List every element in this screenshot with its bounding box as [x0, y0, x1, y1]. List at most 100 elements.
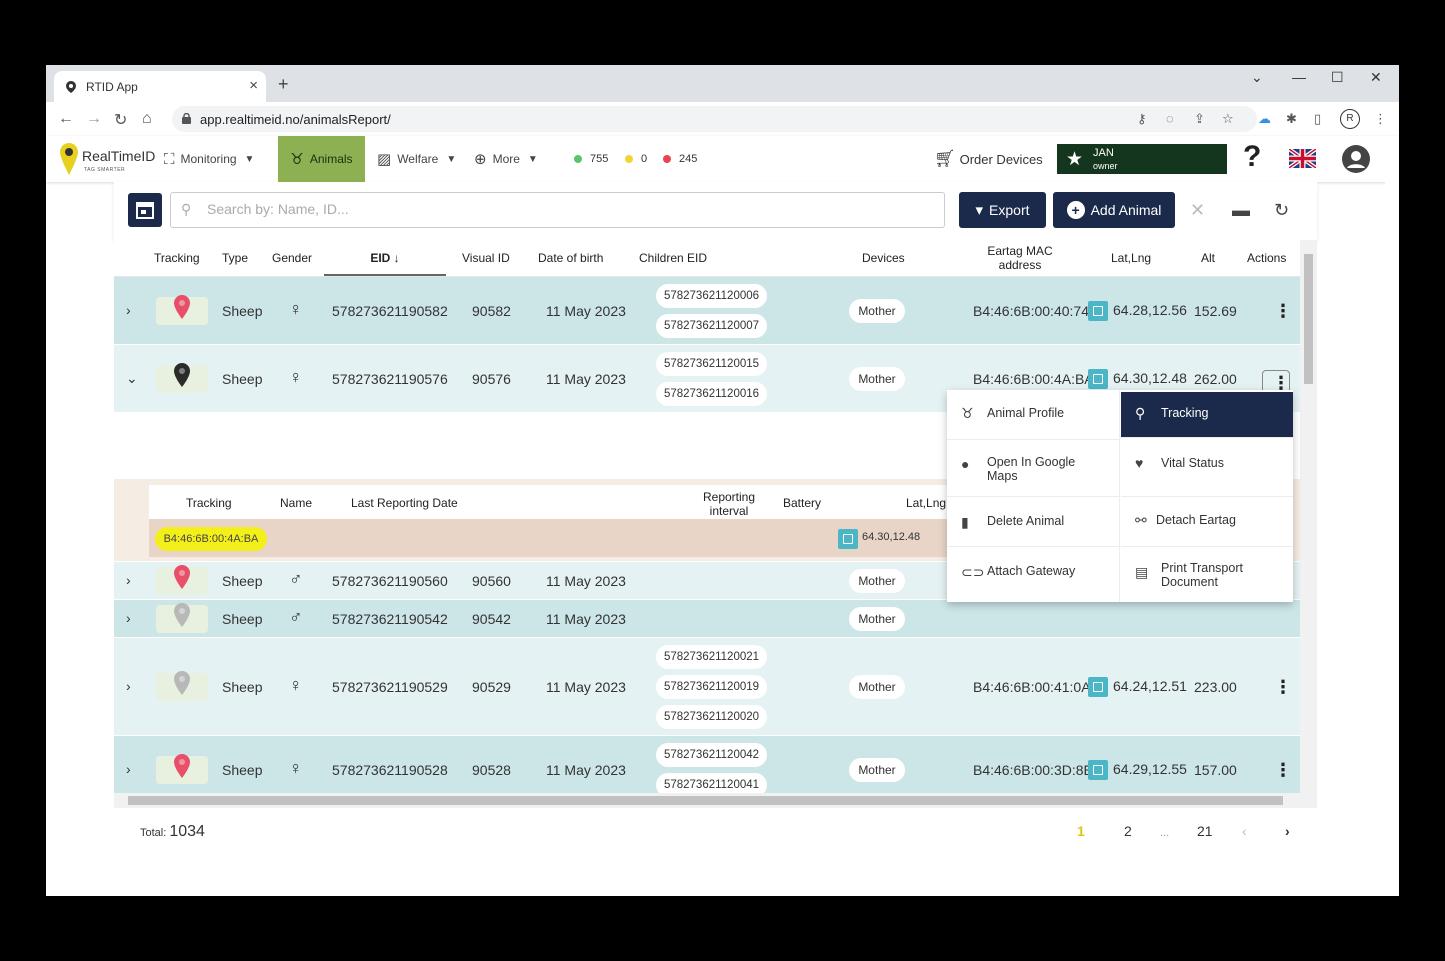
minimize-icon[interactable]: — — [1292, 69, 1306, 85]
order-devices-link[interactable]: 🛒︎ Order Devices — [934, 149, 1043, 169]
chevron-right-icon[interactable]: › — [126, 572, 131, 588]
close-window-icon[interactable]: ✕ — [1370, 69, 1382, 86]
menu-monitoring[interactable]: ⛶ Monitoring ▼ — [164, 136, 254, 182]
close-tab-icon[interactable]: × — [249, 77, 258, 94]
owner-badge[interactable]: ★ JAN owner — [1057, 144, 1227, 174]
tracking-badge[interactable] — [156, 753, 208, 784]
browser-menu-icon[interactable]: ⋮ — [1374, 111, 1387, 127]
search-box[interactable]: ⚲ — [170, 192, 945, 228]
child-eid-chip[interactable]: 578273621120006 — [656, 283, 767, 308]
menu-item-vital-status[interactable]: ♥ Vital Status — [1121, 440, 1293, 497]
forward-icon[interactable]: → — [86, 110, 102, 128]
mac-chip[interactable]: B4:46:6B:00:4A:BA — [155, 527, 267, 551]
extensions-puzzle-icon[interactable]: ✱ — [1286, 111, 1297, 127]
browser-profile-avatar[interactable]: R — [1340, 109, 1360, 129]
col-tracking[interactable]: Tracking — [154, 251, 200, 265]
menu-item-delete-animal[interactable]: ▮ Delete Animal — [947, 497, 1119, 547]
scroll-thumb[interactable] — [128, 796, 1283, 805]
back-icon[interactable]: ← — [58, 110, 74, 128]
device-chip[interactable]: Mother — [849, 298, 905, 323]
refresh-icon[interactable]: ↻ — [1274, 200, 1289, 221]
user-account-icon[interactable] — [1342, 145, 1370, 173]
child-eid-chip[interactable]: 578273621120019 — [656, 674, 767, 699]
row-actions-kebab-icon[interactable]: ⋮ — [1274, 302, 1292, 320]
tracking-badge[interactable] — [156, 670, 208, 701]
chevron-right-icon[interactable]: › — [126, 302, 131, 318]
open-location-icon[interactable] — [1088, 368, 1108, 389]
child-eid-chip[interactable]: 578273621120021 — [656, 644, 767, 669]
row-actions-kebab-icon[interactable]: ⋮ — [1274, 678, 1292, 696]
key-icon[interactable]: ⚷ — [1137, 111, 1147, 127]
unpin-icon[interactable]: ✕ — [1190, 200, 1205, 221]
tracking-badge[interactable] — [156, 564, 208, 595]
url-field[interactable]: app.realtimeid.no/animalsReport/ — [172, 106, 1257, 132]
table-row[interactable]: › Sheep ♀ 578273621190528 90528 11 May 2023 57… — [114, 736, 1300, 793]
export-button[interactable]: ▾ Export — [959, 192, 1046, 228]
child-eid-chip[interactable]: 578273621120015 — [656, 351, 767, 376]
open-location-icon[interactable] — [1088, 759, 1108, 780]
eye-off-icon[interactable]: ◌ — [1166, 111, 1174, 126]
home-icon[interactable]: ⌂ — [142, 110, 152, 128]
col-dob[interactable]: Date of birth — [538, 251, 603, 265]
col-latlng[interactable]: Lat,Lng — [1111, 251, 1151, 265]
open-location-icon[interactable] — [1088, 300, 1108, 321]
table-horizontal-scrollbar[interactable] — [114, 793, 1317, 808]
row-actions-kebab-icon[interactable]: ⋮ — [1274, 761, 1292, 779]
menu-item-attach-gateway[interactable]: ⊂⊃ Attach Gateway — [947, 547, 1119, 602]
add-animal-button[interactable]: + Add Animal — [1053, 192, 1175, 228]
table-vertical-scrollbar[interactable] — [1300, 240, 1317, 793]
calendar-button[interactable] — [128, 193, 162, 227]
prev-page-icon[interactable]: ‹ — [1242, 823, 1247, 839]
search-input[interactable] — [205, 200, 929, 218]
menu-animals[interactable]: ♉ Animals — [278, 136, 365, 182]
child-eid-chip[interactable]: 578273621120020 — [656, 704, 767, 729]
menu-item-animal-profile[interactable]: ♉ Animal Profile — [947, 390, 1119, 440]
child-eid-chip[interactable]: 578273621120016 — [656, 381, 767, 406]
device-chip[interactable]: Mother — [849, 606, 905, 631]
col-children[interactable]: Children EID — [639, 251, 707, 265]
next-page-icon[interactable]: › — [1285, 823, 1290, 839]
table-row[interactable]: › Sheep ♂ 578273621190542 90542 11 May 2023 Mo… — [114, 600, 1300, 638]
menu-item-open-maps[interactable]: ● Open In Google Maps — [947, 440, 1119, 497]
browser-tab[interactable]: RTID App × — [54, 71, 266, 102]
menu-more[interactable]: ⊕ More ▼ — [474, 136, 538, 182]
tracking-badge[interactable] — [156, 602, 208, 633]
page-scrollbar[interactable] — [1385, 182, 1399, 896]
brand-logo[interactable]: RealTimeID TAG SMARTER — [58, 140, 155, 178]
new-tab-icon[interactable]: + — [278, 74, 289, 95]
col-devices[interactable]: Devices — [862, 251, 905, 265]
cloud-extension-icon[interactable]: ☁ — [1258, 111, 1271, 127]
col-alt[interactable]: Alt — [1201, 251, 1215, 265]
tracking-badge[interactable] — [156, 362, 208, 393]
child-eid-chip[interactable]: 578273621120007 — [656, 313, 767, 338]
chevron-right-icon[interactable]: › — [126, 761, 131, 777]
menu-item-tracking[interactable]: ⚲ Tracking — [1121, 392, 1293, 438]
menu-welfare[interactable]: ▨ Welfare ▼ — [377, 136, 456, 182]
bookmark-star-icon[interactable]: ☆ — [1222, 111, 1234, 127]
col-visual-id[interactable]: Visual ID — [462, 251, 510, 265]
col-eid[interactable]: EID ↓ — [324, 251, 446, 276]
scroll-thumb[interactable] — [1304, 254, 1313, 384]
reload-icon[interactable]: ↻ — [114, 110, 127, 130]
open-location-icon[interactable] — [838, 529, 858, 549]
menu-item-detach-eartag[interactable]: ⚯ Detach Eartag — [1121, 497, 1293, 547]
column-toggle-icon[interactable]: ▬ — [1232, 200, 1250, 221]
page-last[interactable]: 21 — [1197, 823, 1213, 839]
page-2[interactable]: 2 — [1124, 823, 1132, 839]
device-chip[interactable]: Mother — [849, 674, 905, 699]
page-1[interactable]: 1 — [1077, 823, 1085, 839]
table-row[interactable]: › Sheep ♀ 578273621190529 90529 11 May 2023 57… — [114, 638, 1300, 736]
side-panel-icon[interactable]: ▯ — [1314, 111, 1321, 127]
tracking-badge[interactable] — [156, 294, 208, 325]
col-mac[interactable]: Eartag MAC address — [980, 244, 1060, 272]
chevron-right-icon[interactable]: › — [126, 610, 131, 626]
child-eid-chip[interactable]: 578273621120041 — [656, 772, 767, 793]
child-eid-chip[interactable]: 578273621120042 — [656, 742, 767, 767]
device-chip[interactable]: Mother — [849, 757, 905, 782]
chevron-right-icon[interactable]: › — [126, 678, 131, 694]
tab-search-icon[interactable]: ⌄ — [1251, 69, 1263, 86]
uk-flag-icon[interactable] — [1289, 149, 1316, 168]
maximize-icon[interactable]: ☐ — [1331, 69, 1344, 86]
help-icon[interactable]: ? — [1243, 140, 1261, 174]
col-type[interactable]: Type — [222, 251, 248, 265]
